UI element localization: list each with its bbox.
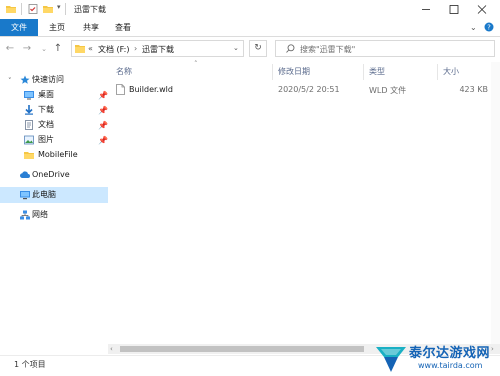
breadcrumb-overflow[interactable]: « (88, 44, 93, 53)
folder-icon (75, 44, 85, 53)
address-dropdown-icon[interactable]: ⌄ (233, 44, 239, 52)
forward-arrow-icon[interactable]: → (21, 42, 33, 56)
sidebar-item-onedrive[interactable]: OneDrive (0, 168, 108, 182)
pin-icon[interactable]: 📌 (98, 104, 108, 118)
navigation-bar: ← → ⌄ ↑ « 文档 (F:) › 迅雷下载 ⌄ ↻ 搜索"迅雷下载" (0, 37, 500, 61)
sidebar-item-label: 文档 (38, 120, 54, 129)
search-placeholder: 搜索"迅雷下载" (300, 45, 356, 54)
qat-divider (65, 3, 66, 15)
expand-ribbon-icon[interactable]: ⌄ (470, 23, 477, 32)
column-header-size[interactable]: 大小 (443, 66, 459, 77)
title-bar: ▾ 迅雷下载 (0, 0, 500, 20)
help-icon[interactable]: ? (484, 22, 494, 32)
back-arrow-icon[interactable]: ← (4, 42, 16, 56)
folder-icon (24, 150, 34, 160)
breadcrumb-item[interactable]: 文档 (F:) (98, 44, 129, 55)
file-name[interactable]: Builder.wld (129, 85, 173, 94)
computer-icon (20, 190, 30, 200)
file-type: WLD 文件 (369, 86, 407, 95)
sidebar-item-this-pc[interactable]: 此电脑 (0, 187, 108, 203)
watermark-logo-icon (373, 339, 409, 375)
sidebar-item-desktop[interactable]: 桌面 📌 (0, 88, 108, 102)
tab-home[interactable]: 主页 (40, 19, 74, 36)
up-arrow-icon[interactable]: ↑ (52, 42, 64, 56)
watermark-title: 泰尔达游戏网 (409, 346, 491, 361)
search-box[interactable]: 搜索"迅雷下载" (275, 40, 495, 57)
sort-ascending-icon: ˄ (194, 60, 198, 68)
sidebar-item-documents[interactable]: 文档 📌 (0, 118, 108, 132)
column-header-modified[interactable]: 修改日期 (278, 66, 310, 77)
picture-icon (24, 135, 34, 145)
sidebar-item-network[interactable]: 网络 (0, 208, 108, 222)
file-icon (116, 84, 125, 95)
customize-qat-icon[interactable]: ▾ (57, 3, 61, 11)
pin-icon[interactable]: 📌 (98, 119, 108, 133)
pin-icon[interactable]: 📌 (98, 134, 108, 148)
folder-icon (6, 4, 16, 14)
address-bar[interactable]: « 文档 (F:) › 迅雷下载 ⌄ (71, 40, 244, 57)
sidebar-item-mobilefile[interactable]: MobileFile (0, 148, 108, 162)
sidebar-item-label: MobileFile (38, 150, 78, 159)
vertical-scrollbar[interactable] (491, 62, 500, 344)
minimize-button[interactable] (412, 0, 440, 19)
qat-divider (21, 3, 22, 15)
navigation-pane: ˅ 快速访问 桌面 📌 下载 📌 文档 📌 图片 📌 MobileFile On… (0, 62, 108, 354)
close-button[interactable] (468, 0, 496, 19)
tab-share[interactable]: 共享 (74, 19, 108, 36)
sidebar-item-pictures[interactable]: 图片 📌 (0, 133, 108, 147)
network-icon (20, 210, 30, 220)
column-divider[interactable] (272, 64, 273, 80)
file-list: ˄ 名称 修改日期 类型 大小 Builder.wld 2020/5/2 20:… (108, 60, 500, 355)
sidebar-item-label: 此电脑 (32, 190, 56, 199)
item-count: 1 个项目 (14, 360, 46, 369)
sidebar-item-label: 下载 (38, 105, 54, 114)
column-divider[interactable] (363, 64, 364, 80)
download-arrow-icon (24, 105, 34, 115)
file-size: 423 KB (459, 85, 488, 94)
recent-locations-chevron-icon[interactable]: ⌄ (38, 42, 50, 56)
watermark-url: www.tairda.com (418, 361, 483, 370)
scroll-thumb[interactable] (120, 346, 364, 352)
svg-text:?: ? (487, 24, 491, 32)
search-icon (286, 44, 295, 53)
ribbon-tabs: 文件 主页 共享 查看 ⌄ ? (0, 19, 500, 37)
sidebar-item-label: 网络 (32, 210, 48, 219)
breadcrumb-separator: › (134, 44, 138, 53)
sidebar-item-label: 快速访问 (32, 75, 64, 84)
sidebar-item-quick-access[interactable]: ˅ 快速访问 (0, 73, 108, 87)
pin-icon[interactable]: 📌 (98, 89, 108, 103)
scroll-left-icon[interactable]: ‹ (110, 345, 113, 353)
file-modified: 2020/5/2 20:51 (278, 85, 340, 94)
window-title: 迅雷下载 (74, 5, 106, 14)
tab-file[interactable]: 文件 (0, 19, 38, 36)
properties-icon[interactable] (28, 4, 38, 14)
column-header-type[interactable]: 类型 (369, 66, 385, 77)
star-icon (20, 75, 30, 85)
refresh-button[interactable]: ↻ (249, 40, 267, 57)
new-folder-icon[interactable] (43, 4, 53, 14)
column-header-row: ˄ 名称 修改日期 类型 大小 (110, 60, 498, 80)
desktop-icon (24, 90, 34, 100)
column-header-name[interactable]: 名称 (116, 66, 132, 77)
sidebar-item-label: 桌面 (38, 90, 54, 99)
sidebar-item-downloads[interactable]: 下载 📌 (0, 103, 108, 117)
sidebar-item-label: OneDrive (32, 170, 70, 179)
chevron-down-icon[interactable]: ˅ (8, 74, 12, 88)
scroll-right-icon[interactable]: › (491, 345, 494, 353)
cloud-icon (20, 170, 30, 180)
column-divider[interactable] (437, 64, 438, 80)
document-icon (24, 120, 34, 130)
tab-view[interactable]: 查看 (106, 19, 140, 36)
breadcrumb-item[interactable]: 迅雷下载 (142, 44, 174, 55)
table-row[interactable]: Builder.wld 2020/5/2 20:51 WLD 文件 423 KB (110, 81, 498, 97)
sidebar-item-label: 图片 (38, 135, 54, 144)
maximize-button[interactable] (440, 0, 468, 19)
